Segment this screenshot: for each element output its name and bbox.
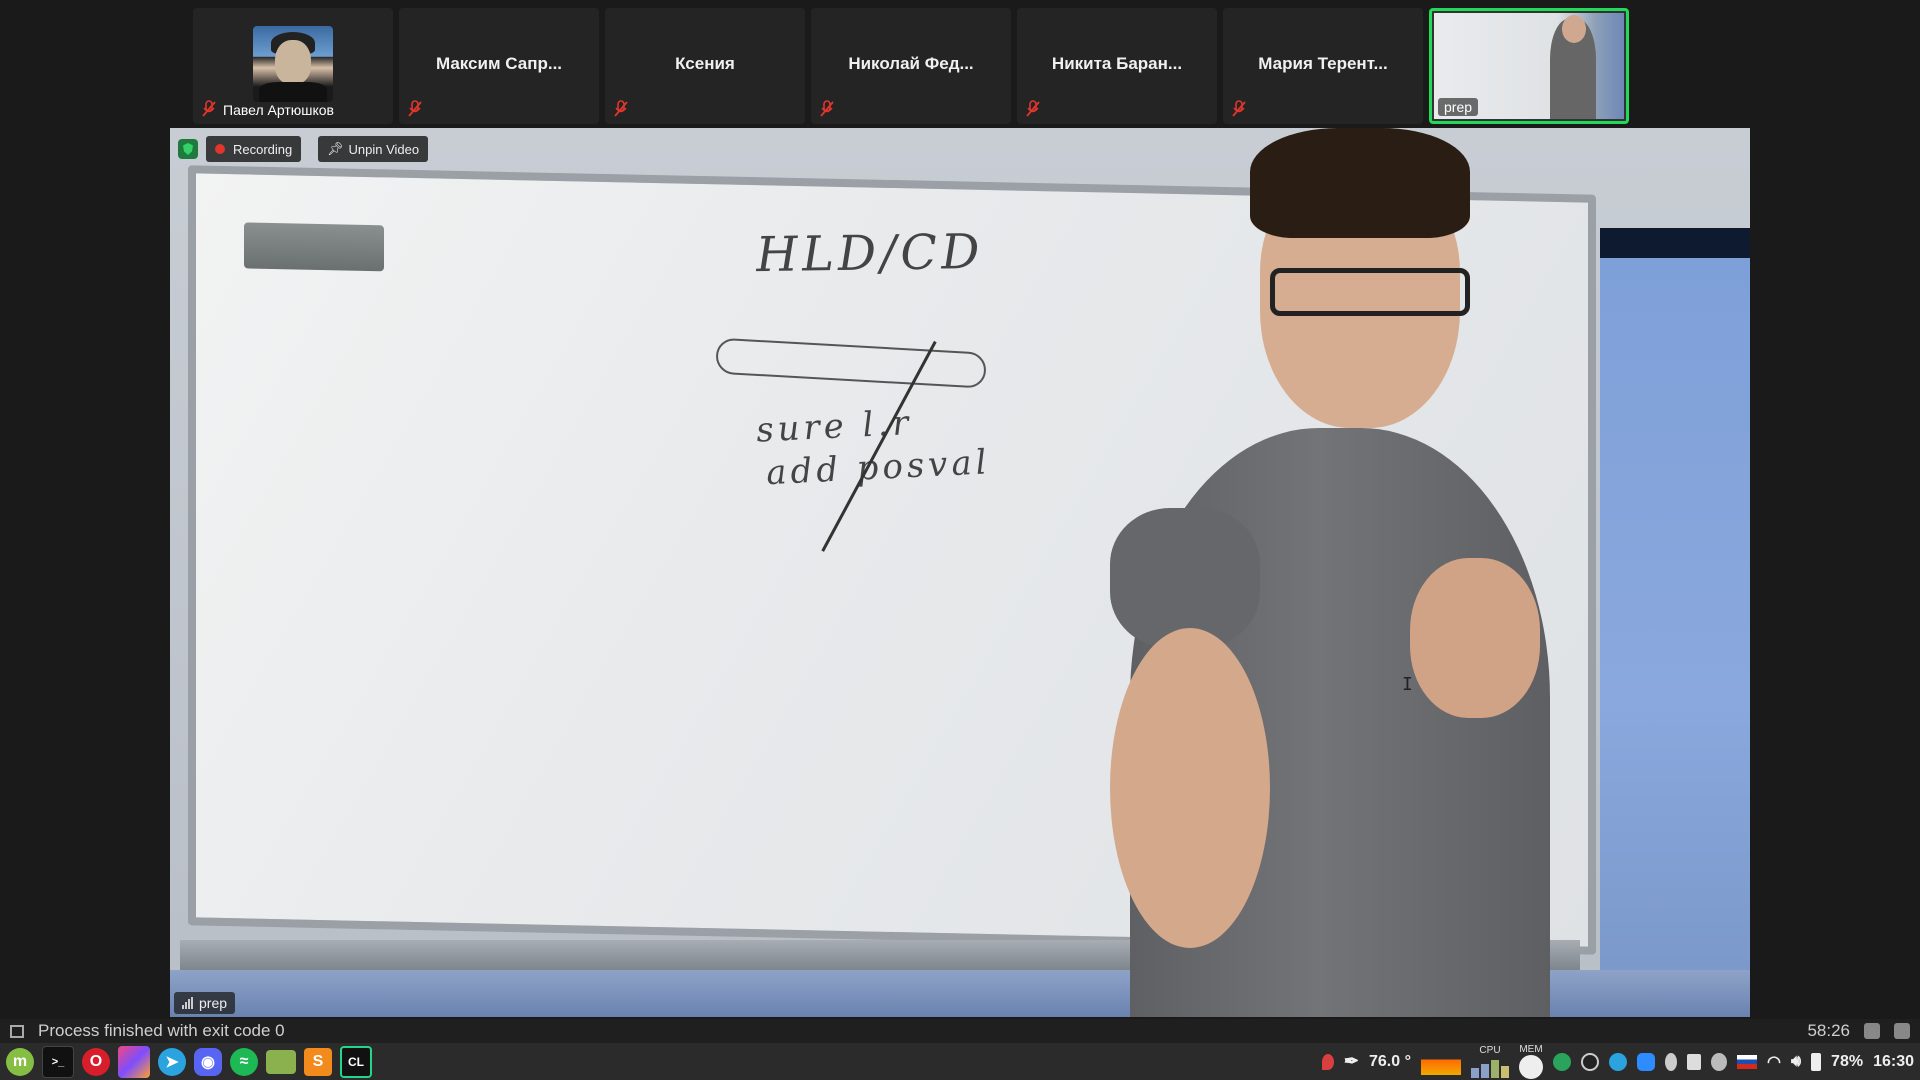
participant-tile[interactable]: Мария Терент... <box>1223 8 1423 124</box>
pen-icon: ✒︎ <box>1343 1051 1359 1071</box>
spotify-icon[interactable]: ≈ <box>230 1047 258 1076</box>
participant-strip: Павел Артюшков Максим Сапр... Ксения Ник… <box>193 8 1629 124</box>
system-tray: ✒︎ 76.0 ° CPU MEM ◠ 🔊︎ 78% 16:30 <box>1321 1044 1920 1079</box>
wifi-icon[interactable]: ◠ <box>1767 1052 1781 1072</box>
participant-tile[interactable]: Николай Фед... <box>811 8 1011 124</box>
discord-icon[interactable]: ◉ <box>194 1047 222 1076</box>
participant-name: Никита Баран... <box>1051 54 1183 73</box>
zoom-meeting-window: Павел Артюшков Максим Сапр... Ксения Ник… <box>0 0 1920 1080</box>
steam-icon[interactable] <box>1580 1052 1599 1071</box>
pinned-video[interactable]: HLD/CD sure l.r add posval Recording 📌︎ … <box>170 128 1750 1017</box>
terminal-icon[interactable]: >_ <box>42 1045 74 1078</box>
pinned-participant-name-tag: prep <box>174 992 236 1014</box>
board-title-text: HLD/CD <box>755 223 985 284</box>
unpin-video-button[interactable]: 📌︎ Unpin Video <box>318 136 429 162</box>
participant-name: Максим Сапр... <box>435 54 563 73</box>
participant-tile[interactable]: Ксения <box>605 8 805 124</box>
recording-dot-icon <box>215 144 225 154</box>
unpin-video-label: Unpin Video <box>348 141 420 157</box>
mic-muted-icon <box>1232 100 1246 117</box>
participant-tile[interactable]: Павел Артюшков <box>193 8 393 124</box>
linux-mint-menu-icon[interactable]: m <box>6 1047 34 1076</box>
sublime-text-icon[interactable]: S <box>304 1047 332 1076</box>
battery-percentage: 78% <box>1831 1052 1864 1070</box>
opera-icon[interactable]: O <box>82 1047 110 1076</box>
clipboard-icon[interactable] <box>1686 1053 1701 1070</box>
telegram-tray-icon[interactable] <box>1608 1052 1627 1071</box>
mic-muted-icon <box>408 100 422 117</box>
battery-icon[interactable] <box>1811 1052 1822 1071</box>
participant-name: Ксения <box>675 54 735 73</box>
telegram-icon[interactable]: ➤ <box>158 1047 186 1076</box>
volume-icon[interactable]: 🔊︎ <box>1791 1053 1801 1071</box>
files-icon[interactable] <box>266 1049 296 1074</box>
participant-name: prep <box>1438 98 1479 116</box>
recording-indicator[interactable]: Recording <box>206 136 302 162</box>
status-time: 58:26 <box>1807 1021 1850 1040</box>
temperature-graph <box>1420 1048 1461 1075</box>
clock[interactable]: 16:30 <box>1873 1053 1914 1071</box>
desktop-taskbar: m >_ O ➤ ◉ ≈ S CL ✒︎ 76.0 ° CPU MEM ◠ 🔊︎… <box>0 1043 1920 1080</box>
cpu-label: CPU <box>1479 1045 1501 1056</box>
ide-status-bar: Process finished with exit code 0 58:26 <box>0 1019 1920 1043</box>
mic-muted-icon <box>820 100 834 117</box>
location-icon[interactable] <box>1321 1053 1334 1070</box>
text-cursor-icon: I <box>1402 674 1413 695</box>
participant-tile-active-speaker[interactable]: prep <box>1429 8 1629 124</box>
clion-icon[interactable]: CL <box>340 1045 372 1078</box>
signal-strength-icon <box>182 997 193 1009</box>
cpu-monitor[interactable]: CPU <box>1470 1045 1509 1078</box>
pinned-participant-name: prep <box>199 995 228 1011</box>
jetbrains-toolbox-icon[interactable] <box>118 1045 150 1078</box>
lock-icon[interactable] <box>1864 1023 1880 1039</box>
board-eraser <box>244 222 384 272</box>
encryption-shield-icon[interactable] <box>178 139 198 159</box>
keyboard-layout-ru-icon[interactable] <box>1736 1054 1757 1069</box>
participant-tile[interactable]: Максим Сапр... <box>399 8 599 124</box>
memory-monitor[interactable]: MEM <box>1518 1044 1543 1079</box>
shield-icon[interactable] <box>1710 1052 1727 1071</box>
presenter <box>1110 128 1610 1017</box>
notifications-icon[interactable] <box>1894 1023 1910 1039</box>
mic-muted-icon <box>1026 100 1040 117</box>
vpn-icon[interactable] <box>1552 1052 1571 1071</box>
memory-pie-icon <box>1518 1055 1543 1079</box>
bluetooth-icon[interactable] <box>1664 1052 1677 1071</box>
mem-label: MEM <box>1519 1044 1543 1055</box>
zoom-tray-icon[interactable] <box>1636 1052 1655 1071</box>
mic-muted-icon <box>202 100 216 117</box>
recording-label: Recording <box>233 141 293 157</box>
participant-name: Павел Артюшков <box>223 102 334 118</box>
tool-window-toggle-icon[interactable] <box>10 1024 24 1038</box>
pin-icon: 📌︎ <box>327 141 344 156</box>
temperature-readout: 76.0 ° <box>1369 1052 1411 1070</box>
board-oval-drawing <box>715 337 987 389</box>
status-message[interactable]: Process finished with exit code 0 <box>38 1021 285 1041</box>
participant-name: Николай Фед... <box>848 54 974 73</box>
participant-name: Мария Терент... <box>1258 54 1388 73</box>
participant-tile[interactable]: Никита Баран... <box>1017 8 1217 124</box>
avatar <box>253 26 333 102</box>
mic-muted-icon <box>614 100 628 117</box>
